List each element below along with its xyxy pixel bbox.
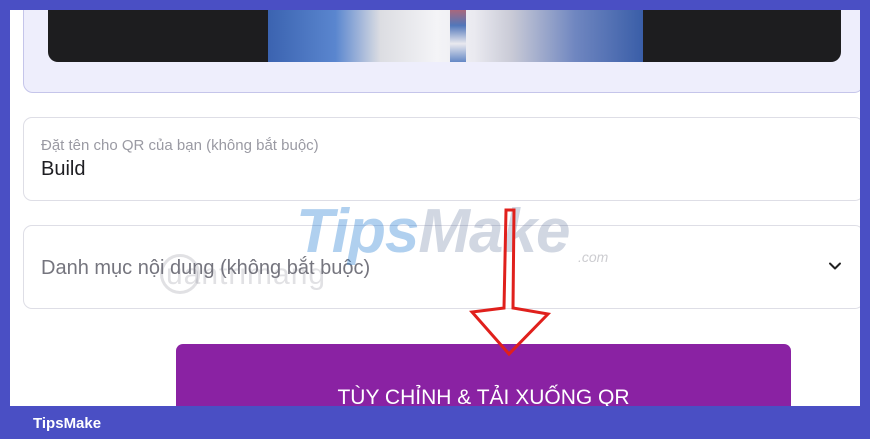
qr-name-input[interactable]: Build xyxy=(41,158,85,181)
footer-bar: TipsMake xyxy=(0,406,870,439)
preview-photo xyxy=(268,10,643,62)
qr-name-label: Đặt tên cho QR của bạn (không bắt buộc) xyxy=(41,137,319,154)
qr-name-field[interactable]: Đặt tên cho QR của bạn (không bắt buộc) … xyxy=(23,117,860,201)
red-arrow-annotation-icon xyxy=(468,208,552,357)
chevron-down-icon[interactable] xyxy=(827,258,843,274)
watermark-part1: Tips xyxy=(296,197,419,266)
photo-detail xyxy=(450,10,466,62)
qr-preview-card xyxy=(23,10,860,93)
footer-brand: TipsMake xyxy=(33,415,102,432)
page-content: Đặt tên cho QR của bạn (không bắt buộc) … xyxy=(10,10,860,406)
watermark-suffix: .com xyxy=(578,249,609,265)
qr-preview-image xyxy=(48,10,841,62)
